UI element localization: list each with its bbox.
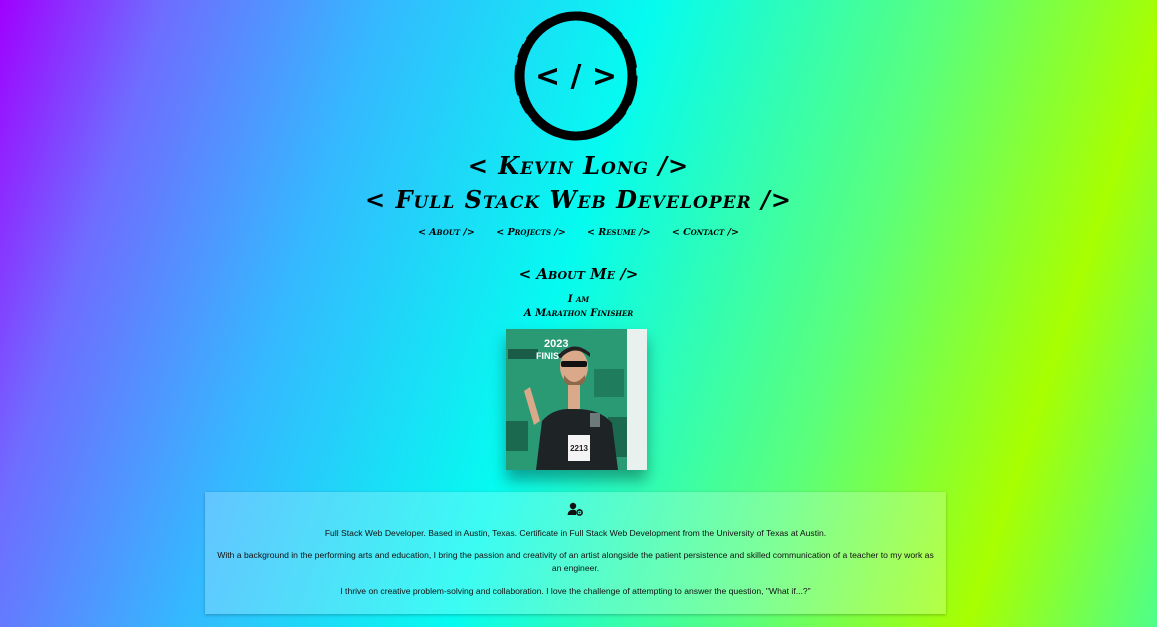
about-heading: < About Me />: [518, 265, 639, 283]
user-gear-icon: [567, 502, 583, 516]
about-paragraph-2: With a background in the performing arts…: [217, 550, 934, 573]
logo: < / >: [514, 11, 638, 141]
nav-projects[interactable]: < Projects />: [496, 227, 566, 238]
hero-name: < Kevin Long />: [467, 151, 690, 180]
banner-year: 2023: [544, 338, 568, 350]
nav-contact[interactable]: < Contact />: [672, 227, 739, 238]
nav-resume[interactable]: < Resume />: [587, 227, 650, 238]
nav-about[interactable]: < About />: [418, 227, 475, 238]
logo-text: < / >: [535, 59, 617, 94]
about-paragraph-3: I thrive on creative problem-solving and…: [340, 586, 811, 596]
profile-photo: 2023 FINISHER 2213: [506, 329, 647, 470]
main-nav: < About /> < Projects /> < Resume /> < C…: [0, 227, 1157, 238]
photo-bib-number: 2213: [570, 444, 588, 453]
about-paragraph-1: Full Stack Web Developer. Based in Austi…: [324, 528, 827, 538]
role-text: A Marathon Finisher: [523, 308, 634, 319]
hero-title: < Full Stack Web Developer />: [365, 185, 792, 214]
intro-text: I am: [567, 294, 590, 305]
about-card: Full Stack Web Developer. Based in Austi…: [205, 492, 946, 614]
